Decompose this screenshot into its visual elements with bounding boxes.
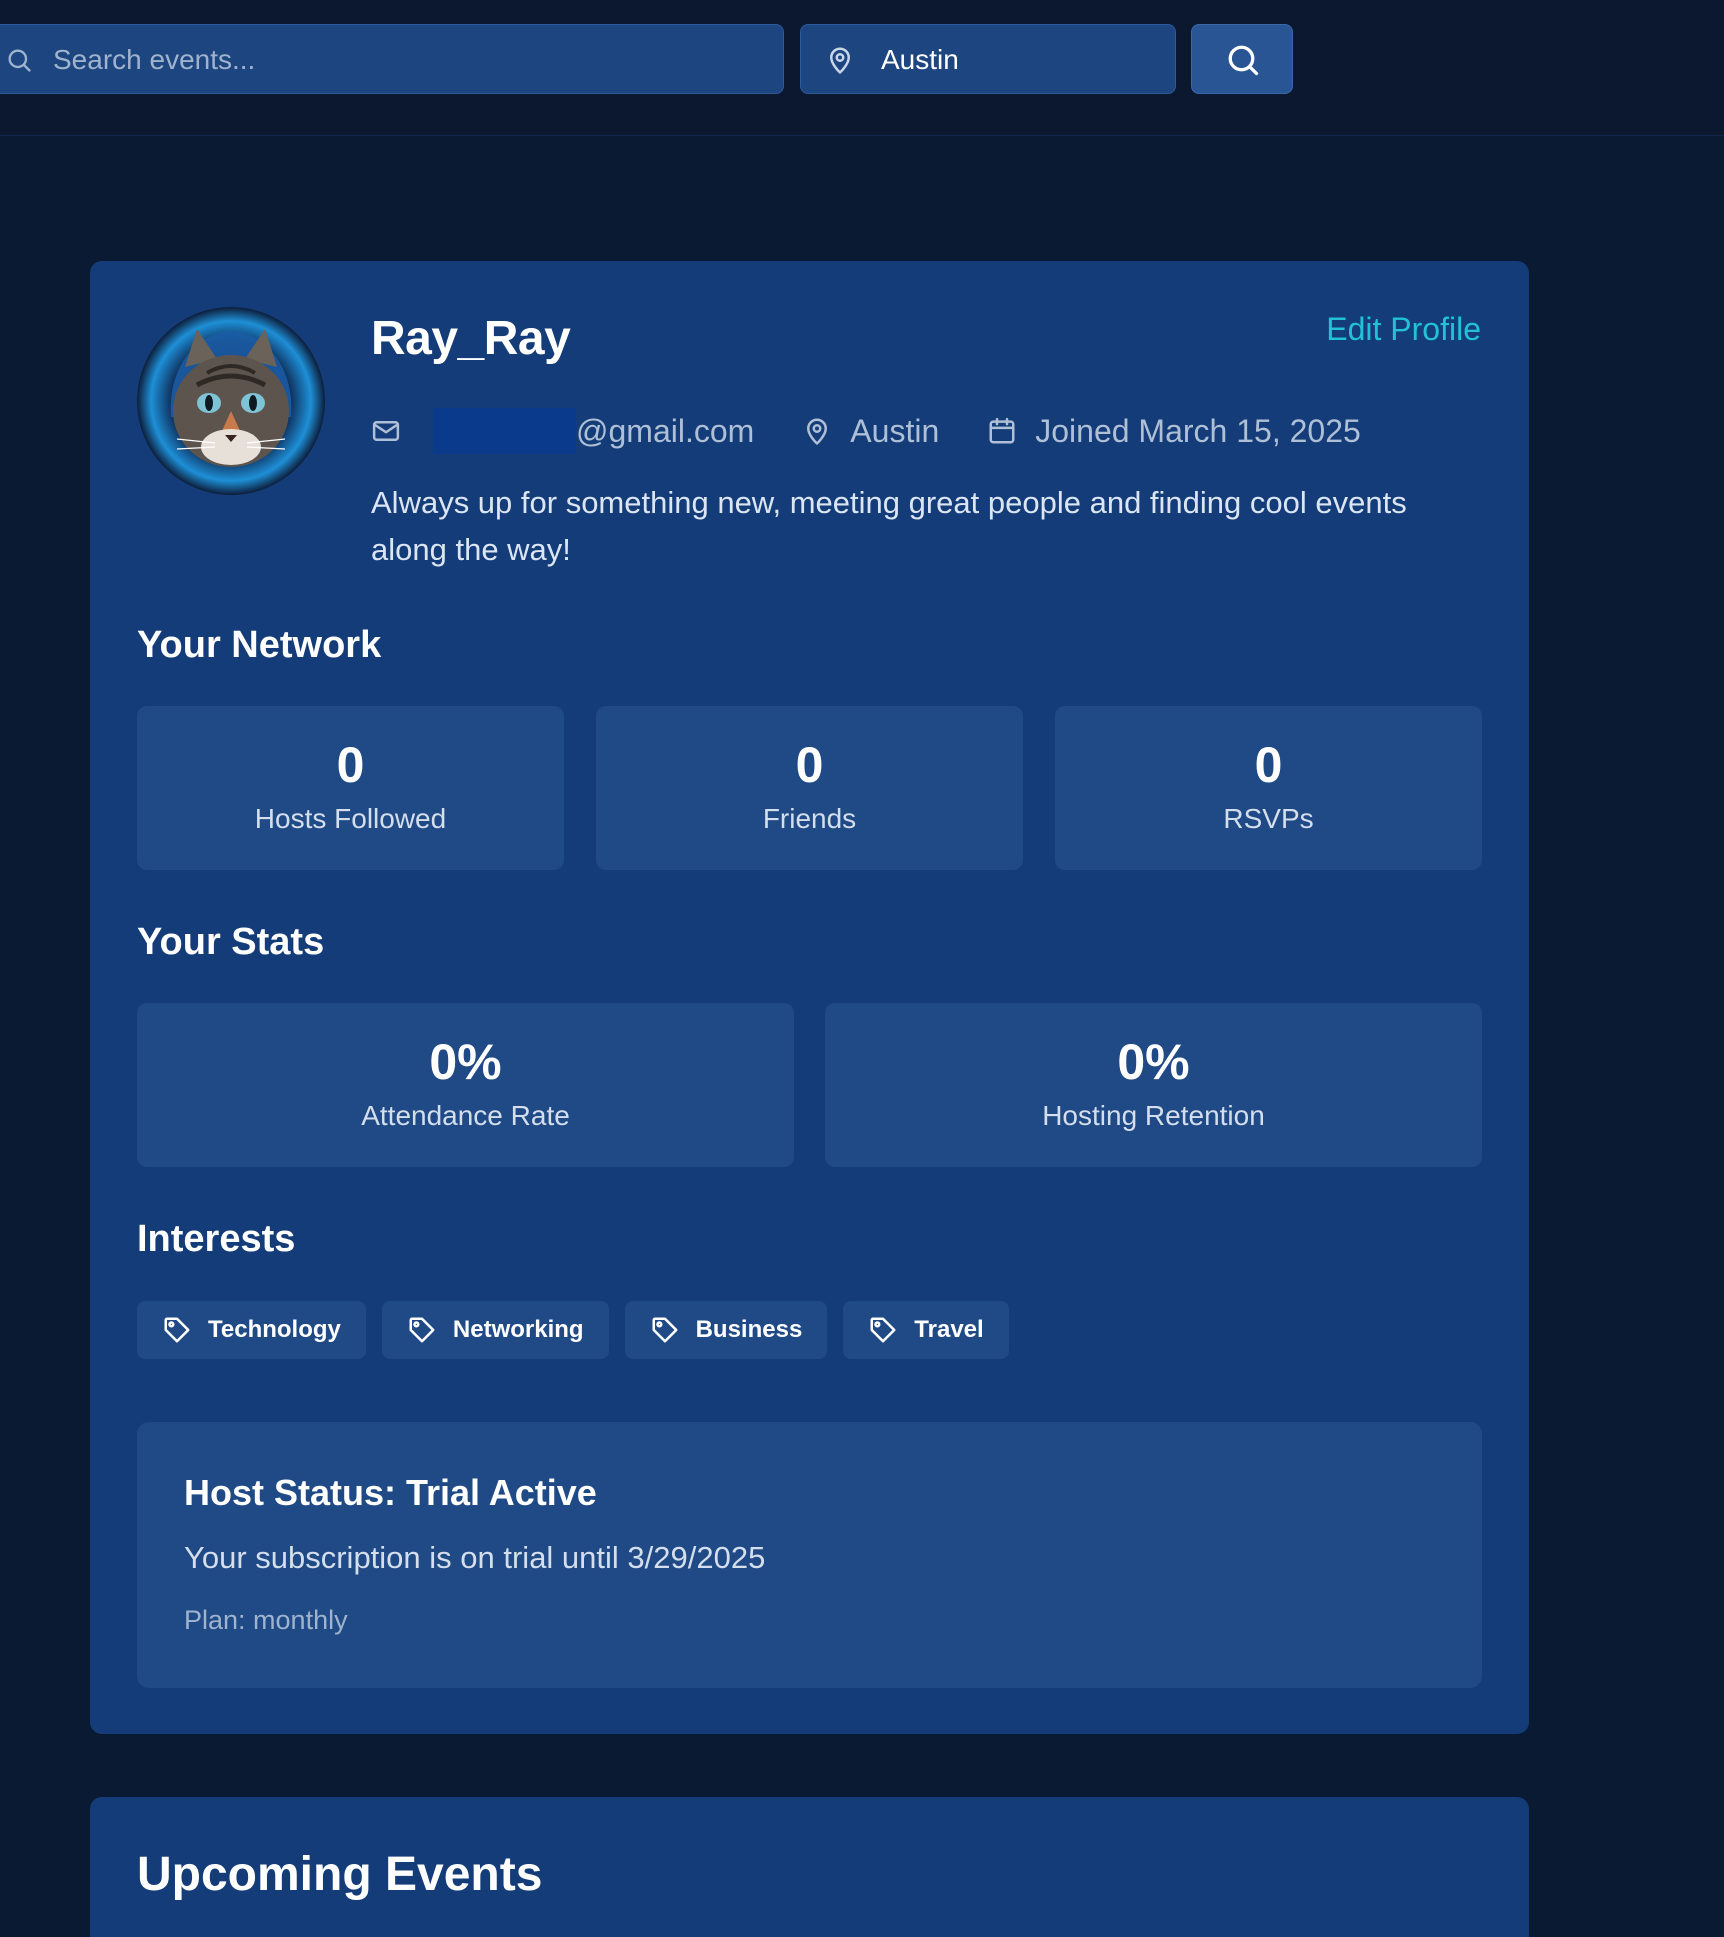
search-button[interactable]	[1191, 24, 1293, 94]
tag-icon	[409, 1317, 435, 1343]
stat-hosting-retention: 0% Hosting Retention	[825, 1003, 1482, 1167]
interest-tag-technology[interactable]: Technology	[137, 1301, 366, 1359]
search-icon	[1228, 45, 1259, 76]
avatar-image	[137, 307, 325, 495]
redacted-email-user	[433, 408, 576, 454]
stat-value: 0%	[429, 1034, 502, 1090]
avatar	[137, 307, 325, 495]
location-input[interactable]	[879, 25, 1163, 95]
search-icon	[8, 49, 31, 72]
top-search-bar	[0, 0, 1724, 136]
stats-section-title: Your Stats	[137, 921, 325, 963]
profile-joined: Joined March 15, 2025	[987, 413, 1361, 450]
stat-label: Friends	[762, 803, 857, 834]
interest-tag-travel[interactable]: Travel	[843, 1301, 1009, 1359]
stat-hosts-followed[interactable]: 0 Hosts Followed	[137, 706, 564, 870]
stat-value: 0	[1254, 737, 1283, 793]
location-field[interactable]	[800, 24, 1176, 95]
map-pin-icon	[830, 47, 850, 74]
interests-section-title: Interests	[137, 1218, 296, 1260]
stat-attendance-rate: 0% Attendance Rate	[137, 1003, 794, 1167]
upcoming-events-card: Upcoming Events	[90, 1797, 1529, 1937]
stat-label: RSVPs	[1223, 803, 1314, 834]
tag-icon	[652, 1317, 678, 1343]
location-text: Austin	[850, 412, 940, 449]
host-status-panel: Host Status: Trial Active Your subscript…	[137, 1422, 1482, 1688]
profile-username: Ray_Ray	[371, 312, 571, 365]
upcoming-events-title: Upcoming Events	[137, 1848, 543, 1901]
search-field[interactable]	[0, 24, 784, 95]
interest-tag-business[interactable]: Business	[624, 1301, 828, 1359]
stat-value: 0	[336, 737, 365, 793]
stat-rsvps[interactable]: 0 RSVPs	[1055, 706, 1482, 870]
tag-label: Travel	[914, 1316, 984, 1343]
host-status-text: Your subscription is on trial until 3/29…	[184, 1540, 766, 1575]
stat-value: 0%	[1117, 1034, 1190, 1090]
joined-text: Joined March 15, 2025	[1035, 412, 1361, 449]
search-input[interactable]	[51, 25, 755, 95]
profile-meta-row: @gmail.com Austin Joined March 15, 2025	[371, 406, 1409, 456]
profile-email: @gmail.com	[371, 408, 754, 454]
tag-icon	[870, 1317, 896, 1343]
stat-value: 0	[795, 737, 824, 793]
tag-label: Networking	[452, 1316, 584, 1343]
tag-icon	[164, 1317, 190, 1343]
edit-profile-link[interactable]: Edit Profile	[1326, 311, 1481, 348]
email-domain: @gmail.com	[576, 412, 755, 449]
stat-label: Attendance Rate	[361, 1100, 570, 1131]
profile-card: Ray_Ray Edit Profile @gmail.com Austin J…	[90, 261, 1529, 1734]
stat-label: Hosts Followed	[254, 803, 447, 834]
tag-label: Technology	[208, 1316, 341, 1343]
map-pin-icon	[807, 418, 828, 445]
mail-icon	[372, 421, 400, 441]
stat-label: Hosting Retention	[1042, 1100, 1265, 1131]
network-section-title: Your Network	[137, 624, 382, 666]
stat-friends[interactable]: 0 Friends	[596, 706, 1023, 870]
interest-tag-networking[interactable]: Networking	[381, 1301, 609, 1359]
tag-label: Business	[695, 1316, 803, 1343]
profile-location: Austin	[802, 413, 939, 450]
profile-bio: Always up for something new, meeting gre…	[371, 485, 1407, 567]
calendar-icon	[989, 417, 1015, 444]
host-status-title: Host Status: Trial Active	[184, 1472, 597, 1513]
host-status-plan: Plan: monthly	[184, 1605, 348, 1635]
interest-tags: Technology Networking Business Travel	[137, 1301, 1025, 1359]
